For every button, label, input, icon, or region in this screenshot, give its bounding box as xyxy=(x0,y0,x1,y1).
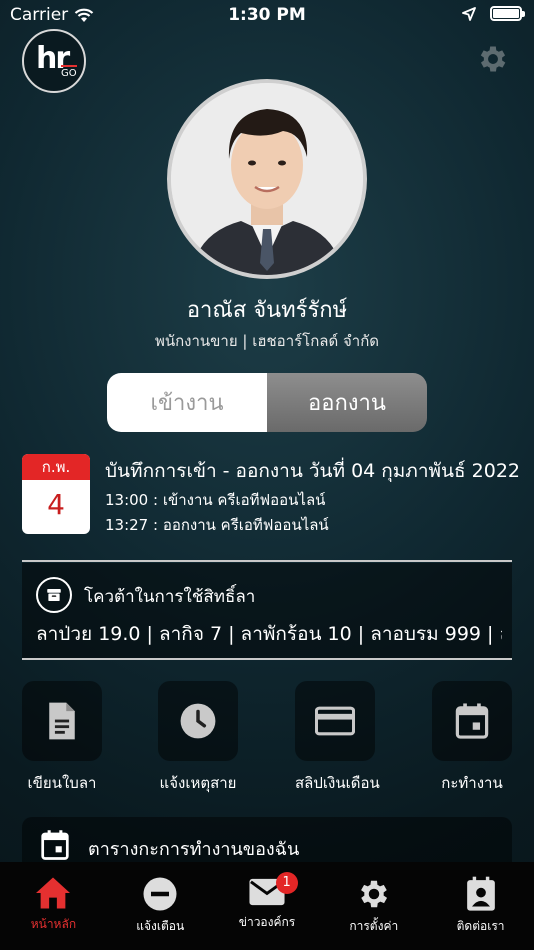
tab-company-news[interactable]: 1 ข่าวองค์กร xyxy=(214,862,321,950)
tab-settings[interactable]: การตั้งค่า xyxy=(320,862,427,950)
tab-label: ติดต่อเรา xyxy=(456,919,505,933)
status-time: 1:30 PM xyxy=(228,5,306,25)
status-bar: Carrier 1:30 PM xyxy=(0,0,534,32)
tab-home[interactable]: หน้าหลัก xyxy=(0,862,107,950)
tab-label: ข่าวองค์กร xyxy=(238,915,296,929)
document-icon xyxy=(49,702,75,740)
profile-name: อาณัส จันทร์รักษ์ xyxy=(186,298,348,323)
gear-icon xyxy=(360,880,387,908)
profile-photo xyxy=(171,83,363,275)
leave-quota-title: โควต้าในการใช้สิทธิ์ลา xyxy=(84,587,256,607)
quick-action-shift[interactable]: กะทำงาน xyxy=(432,681,512,795)
tab-label: การตั้งค่า xyxy=(349,919,399,933)
quick-action-label: แจ้งเหตุสาย xyxy=(159,774,237,792)
contact-icon xyxy=(466,876,495,911)
quick-action-late-report[interactable]: แจ้งเหตุสาย xyxy=(158,681,238,795)
leave-quota-values: ลาป่วย 19.0 | ลากิจ 7 | ลาพักร้อน 10 | ล… xyxy=(36,623,502,645)
app-logo: hr GO xyxy=(22,29,86,93)
calendar-month: ก.พ. xyxy=(22,454,90,480)
quick-action-label: เขียนใบลา xyxy=(27,774,97,792)
calendar-date-badge: ก.พ. 4 xyxy=(22,454,90,534)
tab-label: แจ้งเตือน xyxy=(136,919,185,933)
quick-action-label: กะทำงาน xyxy=(441,774,503,792)
schedule-title: ตารางกะการทำงานของฉัน xyxy=(88,839,300,860)
quick-action-payslip[interactable]: สลิปเงินเดือน xyxy=(295,681,380,795)
quick-action-tile[interactable] xyxy=(295,681,375,761)
quick-action-leave-request[interactable]: เขียนใบลา xyxy=(22,681,102,795)
check-in-button[interactable]: เข้างาน xyxy=(107,373,267,432)
check-in-out-toggle: เข้างาน ออกงาน xyxy=(107,373,427,432)
archive-icon xyxy=(36,577,72,613)
minus-circle-icon xyxy=(143,877,177,911)
status-right xyxy=(462,6,525,21)
quick-action-tile[interactable] xyxy=(22,681,102,761)
gear-icon xyxy=(480,46,506,72)
tab-label: หน้าหลัก xyxy=(30,917,77,931)
divider xyxy=(22,560,512,562)
check-out-button[interactable]: ออกงาน xyxy=(267,373,427,432)
bottom-tab-bar: หน้าหลัก แจ้งเตือน 1 ข่าวองค์กร การตั้งค… xyxy=(0,862,534,950)
quick-action-label: สลิปเงินเดือน xyxy=(295,774,380,792)
profile-subtitle: พนักงานขาย | เฮชอาร์โกลด์ จำกัด xyxy=(154,332,380,350)
tab-contact[interactable]: ติดต่อเรา xyxy=(427,862,534,950)
calendar-icon xyxy=(455,703,489,739)
avatar[interactable] xyxy=(167,79,367,279)
clock-icon xyxy=(180,703,216,739)
quick-action-tile[interactable] xyxy=(432,681,512,761)
notification-badge: 1 xyxy=(275,872,298,894)
calendar-day: 4 xyxy=(47,488,65,521)
location-arrow-icon xyxy=(462,6,476,21)
settings-button[interactable] xyxy=(476,42,510,76)
attendance-record: 13:00 : เข้างาน ครีเอทีฟออนไลน์ xyxy=(105,491,326,509)
attendance-title: บันทึกการเข้า - ออกงาน วันที่ 04 กุมภาพั… xyxy=(105,460,521,482)
attendance-record: 13:27 : ออกงาน ครีเอทีฟออนไลน์ xyxy=(105,516,329,534)
leave-quota-panel[interactable]: โควต้าในการใช้สิทธิ์ลา ลาป่วย 19.0 | ลาก… xyxy=(22,563,512,659)
credit-card-icon xyxy=(315,706,355,736)
logo-sub-text: GO xyxy=(61,65,77,79)
tab-notifications[interactable]: แจ้งเตือน xyxy=(107,862,214,950)
home-icon xyxy=(36,877,71,909)
quick-action-tile[interactable] xyxy=(158,681,238,761)
divider xyxy=(22,658,512,660)
battery-icon xyxy=(490,6,525,21)
calendar-icon xyxy=(41,830,69,860)
